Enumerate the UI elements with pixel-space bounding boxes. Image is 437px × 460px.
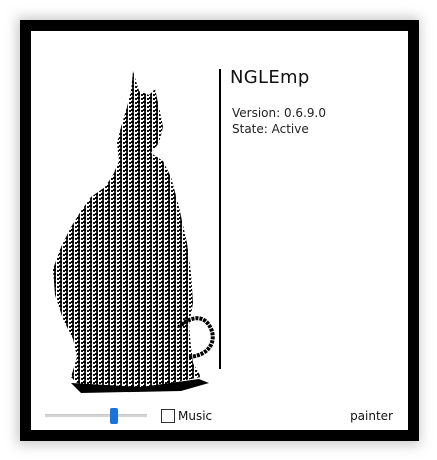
music-label: Music <box>178 409 213 423</box>
app-title: NGLEmp <box>230 67 310 88</box>
info-block: Version: 0.6.9.0 State: Active <box>232 105 326 137</box>
state-text: State: Active <box>232 122 309 136</box>
version-text: Version: 0.6.9.0 <box>232 106 326 120</box>
volume-slider-thumb[interactable] <box>110 408 119 424</box>
about-panel: NGLEmp Version: 0.6.9.0 State: Active Mu… <box>31 31 408 430</box>
volume-slider-track <box>45 414 147 417</box>
volume-slider[interactable] <box>45 408 147 424</box>
app-window: NGLEmp Version: 0.6.9.0 State: Active Mu… <box>20 20 419 441</box>
mode-label: painter <box>350 409 393 423</box>
music-checkbox[interactable]: Music <box>161 407 212 425</box>
music-checkbox-box[interactable] <box>161 409 175 423</box>
vertical-divider <box>219 69 221 369</box>
cat-artwork <box>53 71 215 393</box>
